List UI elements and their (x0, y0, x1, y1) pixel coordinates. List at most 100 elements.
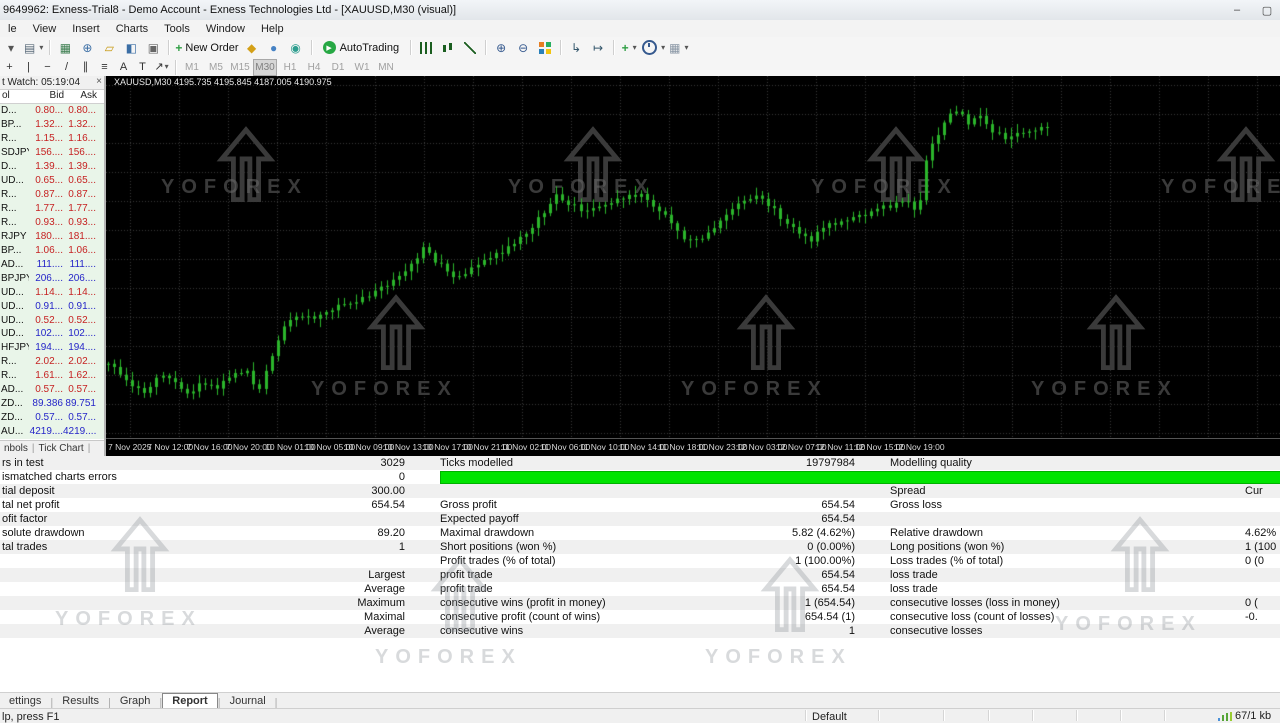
tester-tab-journal[interactable]: Journal (221, 694, 275, 709)
line-chart-icon[interactable] (460, 38, 480, 57)
market-watch-row[interactable]: UD... 0.65... 0.65... (0, 173, 104, 188)
menu-tools[interactable]: Tools (156, 22, 198, 36)
market-watch-row[interactable]: R... 0.93... 0.93... (0, 215, 104, 230)
crosshair-icon[interactable]: ⊕ (77, 38, 97, 57)
ask-cell: 156.... (68, 147, 96, 159)
market-watch-tab-tick-chart[interactable]: Tick Chart (35, 443, 88, 454)
period-m5[interactable]: M5 (205, 60, 227, 75)
market-watch-row[interactable]: ZD... 89.386 89.751 (0, 396, 104, 411)
report-value: 0 (0 (1245, 555, 1264, 567)
market-watch-row[interactable]: AD... 111.... 111.... (0, 257, 104, 272)
trendline-tool[interactable]: / (58, 60, 75, 75)
tester-tab-graph[interactable]: Graph (111, 694, 160, 709)
market-watch-row[interactable]: D... 0.80... 0.80... (0, 104, 104, 118)
new-chart-icon[interactable]: ▦ (55, 38, 75, 57)
market-watch-row[interactable]: AD... 0.57... 0.57... (0, 382, 104, 397)
market-watch-row[interactable]: HFJPY 194.... 194.... (0, 340, 104, 355)
report-row: tial deposit 300.00 Spread Cur (0, 484, 1280, 498)
fibonacci-tool[interactable]: ≡ (96, 60, 113, 75)
market-watch-row[interactable]: R... 1.77... 1.77... (0, 201, 104, 216)
tester-tab-ettings[interactable]: ettings (0, 694, 50, 709)
period-d1[interactable]: D1 (327, 60, 349, 75)
ask-cell: 1.16... (68, 133, 96, 145)
chart-window[interactable]: YOFOREXYOFOREXYOFOREXYOFOREXYOFOREXYOFOR… (106, 76, 1280, 456)
horizontal-line-tool[interactable]: − (39, 60, 56, 75)
report-value: -0. (1245, 611, 1258, 623)
tile-windows-icon[interactable] (535, 38, 555, 57)
arrows-tool[interactable]: ↗ ▾ (153, 59, 170, 74)
dropdown-stub-icon[interactable]: ▾ (1, 38, 21, 57)
auto-scroll-icon[interactable]: ↳ (566, 38, 586, 57)
templates-icon[interactable]: ▦ ▾ (668, 38, 689, 57)
period-m30[interactable]: M30 (253, 58, 277, 76)
market-watch-row[interactable]: D... 1.39... 1.39... (0, 159, 104, 174)
market-watch-row[interactable]: ZD... 0.57... 0.57... (0, 410, 104, 425)
zoom-out-icon[interactable]: ⊖ (513, 38, 533, 57)
vertical-line-tool[interactable]: | (20, 60, 37, 75)
menu-insert[interactable]: Insert (64, 22, 108, 36)
market-watch-row[interactable]: UD... 0.52... 0.52... (0, 313, 104, 327)
tester-tab-report[interactable]: Report (162, 693, 218, 709)
zoom-in-icon[interactable]: ⊕ (491, 38, 511, 57)
time-axis-label: 7 Nov 2025 (108, 442, 152, 452)
channel-tool[interactable]: ∥ (77, 59, 94, 74)
bar-chart-icon[interactable] (416, 38, 436, 57)
period-h4[interactable]: H4 (303, 60, 325, 75)
bid-cell: 0.52... (35, 314, 63, 326)
experts-icon[interactable]: ● (264, 38, 284, 57)
scripts-icon[interactable]: ◉ (286, 38, 306, 57)
period-mn[interactable]: MN (375, 60, 397, 75)
candlestick-chart-icon[interactable] (438, 38, 458, 57)
status-profile[interactable]: Default (812, 711, 847, 723)
market-watch-row[interactable]: BP... 1.32... 1.32... (0, 117, 104, 132)
report-row: Maximal consecutive profit (count of wins… (0, 610, 1280, 624)
market-watch-row[interactable]: BPJPY 206.... 206.... (0, 271, 104, 286)
report-label: Maximal drawdown (440, 527, 535, 539)
ask-cell: 1.32... (68, 119, 96, 131)
menu-le[interactable]: le (0, 22, 25, 36)
add-indicator-icon[interactable]: + ▾ (619, 38, 639, 57)
timeframes-icon[interactable]: ▾ (641, 38, 666, 57)
close-icon[interactable]: × (96, 76, 102, 87)
candlestick-chart-canvas[interactable] (106, 76, 1280, 438)
market-watch-row[interactable]: UD... 0.91... 0.91... (0, 299, 104, 314)
menu-window[interactable]: Window (198, 22, 253, 36)
profiles-icon[interactable]: ◧ (121, 38, 141, 57)
market-watch-row[interactable]: AU... 4219.... 4219.... (0, 424, 104, 439)
period-h1[interactable]: H1 (279, 60, 301, 75)
period-w1[interactable]: W1 (351, 60, 373, 75)
report-value: 654.54 (1) (804, 611, 855, 623)
period-m1[interactable]: M1 (181, 60, 203, 75)
search-window-icon[interactable]: ▣ (143, 38, 163, 57)
menu-help[interactable]: Help (253, 22, 292, 36)
market-watch-row[interactable]: R... 1.61... 1.62... (0, 368, 104, 383)
market-watch-row[interactable]: RJPY 180.... 181.... (0, 229, 104, 244)
report-value: 1 (654.54) (804, 597, 855, 609)
chart-shift-icon[interactable]: ↦ (588, 38, 608, 57)
open-template-folder-icon[interactable]: ▱ (99, 38, 119, 57)
new-order-icon[interactable]: + New Order (174, 38, 239, 57)
crosshair-tool[interactable]: + (1, 60, 18, 75)
market-watch-row[interactable]: R... 1.15... 1.16... (0, 131, 104, 146)
market-watch-row[interactable]: UD... 102.... 102.... (0, 327, 104, 341)
market-watch-row[interactable]: BP... 1.06... 1.06... (0, 243, 104, 258)
tester-tab-results[interactable]: Results (53, 694, 108, 709)
menu-view[interactable]: View (25, 22, 65, 36)
market-watch-row[interactable]: R... 2.02... 2.02... (0, 354, 104, 369)
maximize-button[interactable]: ▢ (1260, 4, 1274, 17)
symbol-cell: BP... (1, 119, 22, 131)
report-label: Profit trades (% of total) (440, 555, 556, 567)
market-watch-row[interactable]: R... 0.87... 0.87... (0, 187, 104, 202)
text-tool[interactable]: A (115, 60, 132, 75)
print-icon[interactable]: ▤ ▾ (23, 38, 44, 57)
autotrading-icon[interactable]: ▶ AutoTrading (317, 38, 406, 57)
market-watch-row[interactable]: SDJPY 156.... 156.... (0, 145, 104, 160)
indicators-icon[interactable]: ◆ (242, 38, 262, 57)
minimize-button[interactable]: – (1230, 4, 1244, 16)
period-m15[interactable]: M15 (229, 60, 251, 75)
menu-charts[interactable]: Charts (108, 22, 156, 36)
text-label-tool[interactable]: T (134, 60, 151, 75)
market-watch-row[interactable]: UD... 1.14... 1.14... (0, 285, 104, 300)
market-watch-tab-nbols[interactable]: nbols (0, 443, 32, 454)
symbol-cell: D... (1, 161, 17, 173)
